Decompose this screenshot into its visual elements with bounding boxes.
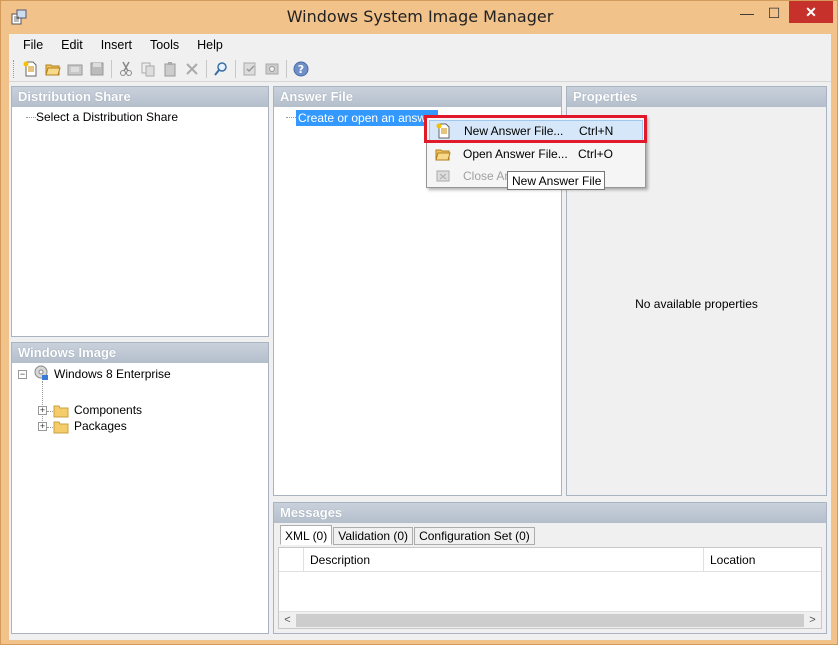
- tree-connector: [26, 117, 36, 118]
- help-icon[interactable]: ?: [290, 58, 312, 80]
- menu-help[interactable]: Help: [188, 38, 232, 52]
- open-answer-file-icon: [429, 146, 457, 162]
- window-title: Windows System Image Manager: [286, 7, 554, 26]
- menu-item-open-answer-file[interactable]: Open Answer File... Ctrl+O: [429, 143, 643, 165]
- column-description[interactable]: Description: [303, 548, 703, 572]
- open-image-icon[interactable]: [64, 58, 86, 80]
- toolbar-separator: [206, 59, 207, 78]
- messages-header: Messages: [274, 503, 826, 523]
- minimize-button[interactable]: —: [736, 1, 758, 25]
- messages-panel: Messages XML (0) Validation (0) Configur…: [273, 502, 827, 634]
- close-answer-file-label: Close An: [463, 169, 512, 183]
- windows-8-enterprise-node[interactable]: Windows 8 Enterprise: [54, 367, 171, 381]
- toolbar-grip[interactable]: [13, 59, 16, 78]
- windows-image-panel: Windows Image − Windows 8 Enterprise + C…: [11, 342, 269, 634]
- close-answer-file-icon: [429, 168, 457, 184]
- properties-header: Properties: [567, 87, 826, 107]
- menu-tools[interactable]: Tools: [141, 38, 188, 52]
- tooltip: New Answer File: [507, 171, 605, 190]
- toolbar-separator: [286, 59, 287, 78]
- svg-text:?: ?: [298, 63, 304, 76]
- windows-image-tree: − Windows 8 Enterprise + Components + Pa…: [12, 363, 268, 633]
- packages-node[interactable]: Packages: [74, 419, 127, 433]
- open-answer-file-shortcut: Ctrl+O: [578, 147, 614, 161]
- open-icon[interactable]: [42, 58, 64, 80]
- toolbar-separator: [235, 59, 236, 78]
- no-properties-text: No available properties: [635, 297, 758, 311]
- folder-icon: [53, 421, 69, 434]
- create-open-answer-file-node[interactable]: Create or open an answer fi: [296, 110, 438, 126]
- windows-image-header: Windows Image: [12, 343, 268, 363]
- components-node[interactable]: Components: [74, 403, 142, 417]
- menu-insert[interactable]: Insert: [92, 38, 141, 52]
- distribution-share-tree: Select a Distribution Share: [12, 107, 268, 336]
- scroll-right-arrow[interactable]: >: [804, 612, 821, 629]
- collapse-root-toggle[interactable]: −: [18, 370, 27, 379]
- distribution-share-panel: Distribution Share Select a Distribution…: [11, 86, 269, 337]
- expand-packages-toggle[interactable]: +: [38, 422, 47, 431]
- messages-body: XML (0) Validation (0) Configuration Set…: [274, 523, 826, 633]
- tree-connector: [286, 117, 296, 118]
- highlight-box: [424, 115, 647, 143]
- answer-file-header: Answer File: [274, 87, 561, 107]
- messages-grid: Description Location < >: [278, 547, 822, 629]
- menu-file[interactable]: File: [9, 38, 52, 52]
- find-icon[interactable]: [210, 58, 232, 80]
- scroll-left-arrow[interactable]: <: [279, 612, 296, 629]
- copy-icon[interactable]: [137, 58, 159, 80]
- menu-bar: File Edit Insert Tools Help: [9, 34, 831, 56]
- delete-icon[interactable]: [181, 58, 203, 80]
- column-location[interactable]: Location: [703, 548, 823, 572]
- config-set-icon[interactable]: [261, 58, 283, 80]
- new-icon[interactable]: [20, 58, 42, 80]
- paste-icon[interactable]: [159, 58, 181, 80]
- close-button[interactable]: ✕: [789, 1, 833, 23]
- tab-validation[interactable]: Validation (0): [333, 527, 414, 545]
- expand-components-toggle[interactable]: +: [38, 406, 47, 415]
- folder-icon: [53, 405, 69, 418]
- select-distribution-share-node[interactable]: Select a Distribution Share: [36, 110, 178, 124]
- messages-grid-header: Description Location: [279, 548, 821, 572]
- title-bar[interactable]: Windows System Image Manager — ☐ ✕: [1, 1, 838, 34]
- validate-icon[interactable]: [239, 58, 261, 80]
- messages-tabs: XML (0) Validation (0) Configuration Set…: [280, 525, 536, 545]
- maximize-button[interactable]: ☐: [763, 1, 785, 25]
- tab-xml[interactable]: XML (0): [280, 525, 333, 545]
- toolbar: ?: [9, 56, 831, 82]
- row-header-column: [279, 548, 303, 572]
- scrollbar-thumb[interactable]: [296, 614, 804, 627]
- save-icon[interactable]: [86, 58, 108, 80]
- open-answer-file-label: Open Answer File...: [463, 147, 568, 161]
- horizontal-scrollbar[interactable]: < >: [279, 611, 821, 628]
- distribution-share-header: Distribution Share: [12, 87, 268, 107]
- cut-icon[interactable]: [115, 58, 137, 80]
- menu-edit[interactable]: Edit: [52, 38, 92, 52]
- tab-configuration-set[interactable]: Configuration Set (0): [414, 527, 535, 545]
- windows-image-icon: [34, 365, 48, 380]
- toolbar-separator: [111, 59, 112, 78]
